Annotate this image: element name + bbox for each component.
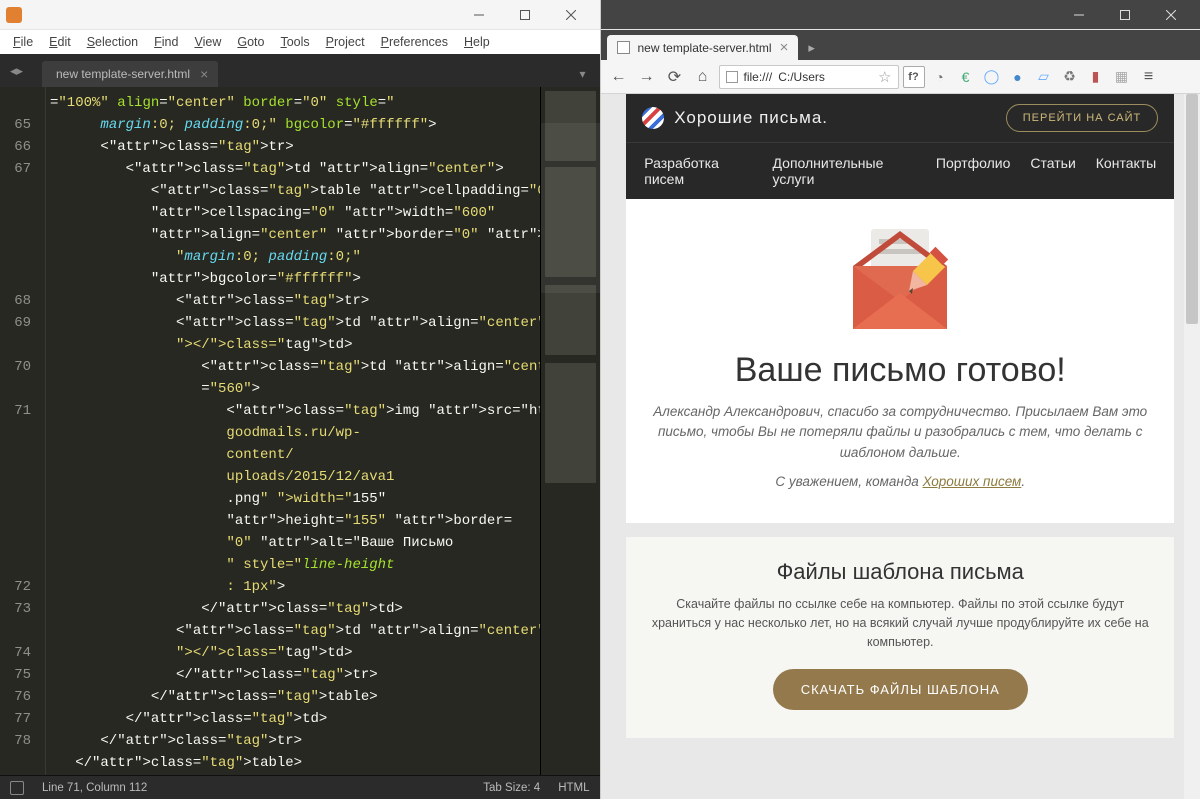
menu-button[interactable]: ≡: [1137, 65, 1161, 89]
files-section: Файлы шаблона письма Скачайте файлы по с…: [626, 537, 1174, 738]
download-button[interactable]: СКАЧАТЬ ФАЙЛЫ ШАБЛОНА: [773, 669, 1028, 710]
menu-item[interactable]: Project: [319, 32, 372, 52]
hero-signoff: С уважением, команда Хороших писем.: [646, 472, 1154, 492]
address-bar[interactable]: file:/// C:/Users ☆: [719, 65, 899, 89]
ext-icon[interactable]: ●: [1007, 66, 1029, 88]
new-tab-button[interactable]: ▸: [798, 36, 825, 60]
menu-item[interactable]: Help: [457, 32, 497, 52]
menu-item[interactable]: View: [187, 32, 228, 52]
menu-item[interactable]: Goto: [230, 32, 271, 52]
gutter: 656667 6869 70 71 7273 7475767778: [0, 87, 46, 775]
editor-tab-bar: ◂▸ new template-server.html × ▾: [0, 54, 600, 87]
close-button[interactable]: [548, 1, 594, 29]
menu-item[interactable]: File: [6, 32, 40, 52]
tab-size[interactable]: Tab Size: 4: [483, 782, 540, 794]
ext-icon[interactable]: €: [955, 66, 977, 88]
minimize-button[interactable]: [456, 1, 502, 29]
ext-icon[interactable]: ▮: [1085, 66, 1107, 88]
menu-item[interactable]: Find: [147, 32, 185, 52]
fold-icon[interactable]: ◂▸: [10, 63, 23, 79]
editor-menu-bar[interactable]: FileEditSelectionFindViewGotoToolsProjec…: [0, 30, 600, 54]
file-icon: [726, 71, 738, 83]
home-button[interactable]: ⌂: [691, 65, 715, 89]
code-content[interactable]: ="100%" align="center" border="0" style=…: [46, 87, 540, 775]
app-icon: [6, 7, 22, 23]
editor-tab[interactable]: new template-server.html ×: [42, 61, 218, 87]
hero-title: Ваше письмо готово!: [646, 351, 1154, 390]
browser-toolbar: ← → ⟳ ⌂ file:///C:/Users ☆ f? ◔ € ◯ ● ▱ …: [601, 60, 1200, 94]
browser-window: new template-server.html × ▸ ← → ⟳ ⌂ fil…: [601, 0, 1200, 799]
doc-icon: [617, 41, 630, 54]
email-header: Хорошие письма. ПЕРЕЙТИ НА САЙТ: [626, 94, 1174, 142]
nav-item[interactable]: Разработка писем: [644, 155, 752, 187]
tab-dropdown-icon[interactable]: ▾: [571, 61, 593, 87]
close-tab-icon[interactable]: ×: [200, 67, 208, 81]
ext-icon[interactable]: ◔: [929, 66, 951, 88]
menu-item[interactable]: Tools: [273, 32, 316, 52]
nav-item[interactable]: Дополнительные услуги: [773, 155, 916, 187]
browser-content[interactable]: Хорошие письма. ПЕРЕЙТИ НА САЙТ Разработ…: [601, 94, 1200, 799]
reload-button[interactable]: ⟳: [663, 65, 687, 89]
forward-button[interactable]: →: [635, 65, 659, 89]
logo-icon: [642, 107, 664, 129]
nav-item[interactable]: Статьи: [1030, 155, 1075, 187]
back-button[interactable]: ←: [607, 65, 631, 89]
browser-tab-bar: new template-server.html × ▸: [601, 30, 1200, 60]
nav-item[interactable]: Портфолио: [936, 155, 1011, 187]
menu-item[interactable]: Preferences: [374, 32, 455, 52]
ext-icon[interactable]: ▱: [1033, 66, 1055, 88]
maximize-button[interactable]: [1102, 1, 1148, 29]
editor-titlebar: [0, 0, 600, 30]
syntax-mode[interactable]: HTML: [558, 782, 589, 794]
close-tab-icon[interactable]: ×: [780, 40, 789, 55]
cursor-position: Line 71, Column 112: [42, 782, 147, 794]
minimize-button[interactable]: [1056, 1, 1102, 29]
brand-name: Хорошие письма.: [674, 108, 828, 128]
ext-icon[interactable]: ♻: [1059, 66, 1081, 88]
editor-tab-label: new template-server.html: [56, 67, 190, 81]
code-editor[interactable]: 656667 6869 70 71 7273 7475767778 ="100%…: [0, 87, 600, 775]
browser-tab-label: new template-server.html: [638, 41, 772, 55]
bookmark-icon[interactable]: ☆: [878, 68, 891, 86]
scrollbar[interactable]: [1184, 94, 1200, 799]
hero-section: Ваше письмо готово! Александр Александро…: [626, 199, 1174, 523]
files-title: Файлы шаблона письма: [646, 559, 1154, 585]
status-icon[interactable]: [10, 781, 24, 795]
email-template: Хорошие письма. ПЕРЕЙТИ НА САЙТ Разработ…: [626, 94, 1174, 738]
ext-icon[interactable]: ◯: [981, 66, 1003, 88]
menu-item[interactable]: Edit: [42, 32, 78, 52]
browser-tab[interactable]: new template-server.html ×: [607, 35, 799, 60]
email-nav: Разработка писем Дополнительные услуги Пор…: [626, 142, 1174, 199]
nav-item[interactable]: Контакты: [1096, 155, 1156, 187]
editor-window: FileEditSelectionFindViewGotoToolsProjec…: [0, 0, 601, 799]
brand-link[interactable]: Хороших писем: [923, 474, 1022, 489]
browser-titlebar: [601, 0, 1200, 30]
url-scheme: file:///: [744, 70, 773, 84]
files-paragraph: Скачайте файлы по ссылке себе на компьют…: [646, 595, 1154, 651]
menu-item[interactable]: Selection: [80, 32, 145, 52]
url-path: C:/Users: [778, 70, 825, 84]
ext-icon[interactable]: f?: [903, 66, 925, 88]
scrollbar-thumb[interactable]: [1186, 94, 1198, 324]
status-bar: Line 71, Column 112 Tab Size: 4 HTML: [0, 775, 600, 799]
ext-icon[interactable]: ▦: [1111, 66, 1133, 88]
goto-site-button[interactable]: ПЕРЕЙТИ НА САЙТ: [1006, 104, 1159, 132]
envelope-icon: [835, 211, 965, 341]
hero-paragraph: Александр Александрович, спасибо за сотр…: [646, 402, 1154, 463]
logo[interactable]: Хорошие письма.: [642, 107, 828, 129]
minimap[interactable]: [540, 87, 600, 775]
maximize-button[interactable]: [502, 1, 548, 29]
close-button[interactable]: [1148, 1, 1194, 29]
